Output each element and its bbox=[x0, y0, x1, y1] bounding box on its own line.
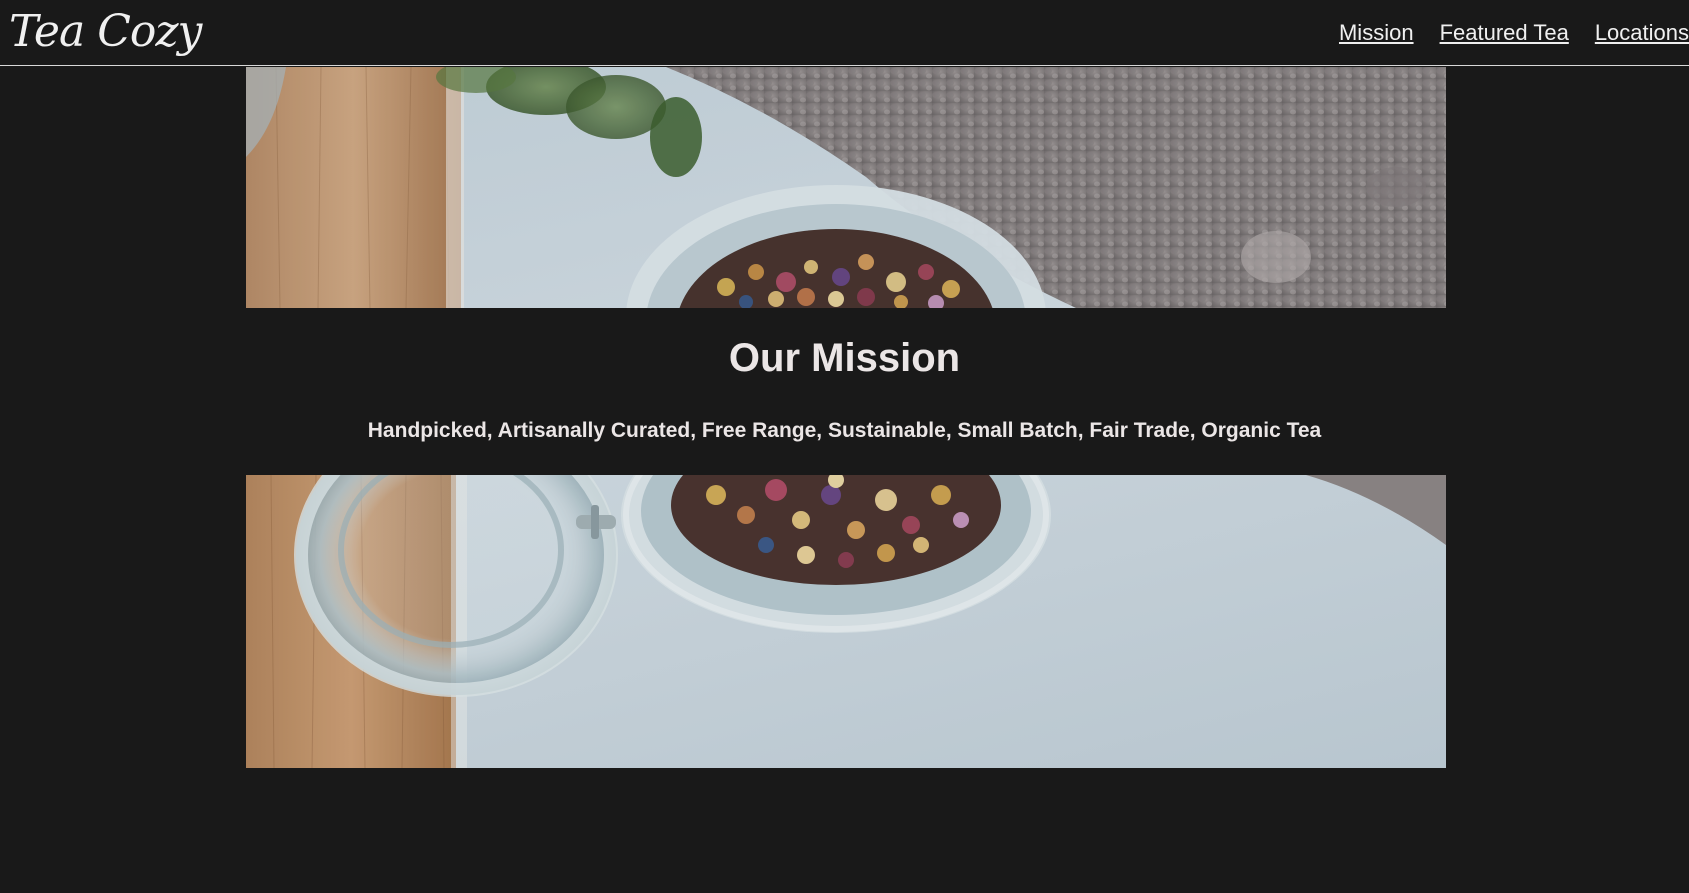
hero-image-top bbox=[246, 67, 1446, 308]
mission-title: Our Mission bbox=[728, 336, 961, 380]
nav-link-mission[interactable]: Mission bbox=[1339, 20, 1414, 46]
main-nav: Mission Featured Tea Locations bbox=[1313, 0, 1689, 66]
site-logo[interactable]: Tea Cozy bbox=[9, 4, 202, 60]
nav-link-featured-tea[interactable]: Featured Tea bbox=[1440, 20, 1569, 46]
mission-subtitle: Handpicked, Artisanally Curated, Free Ra… bbox=[367, 419, 1322, 442]
nav-link-locations[interactable]: Locations bbox=[1595, 20, 1689, 46]
site-header: Tea Cozy Mission Featured Tea Locations bbox=[0, 0, 1689, 66]
hero-image-bottom bbox=[246, 475, 1446, 768]
